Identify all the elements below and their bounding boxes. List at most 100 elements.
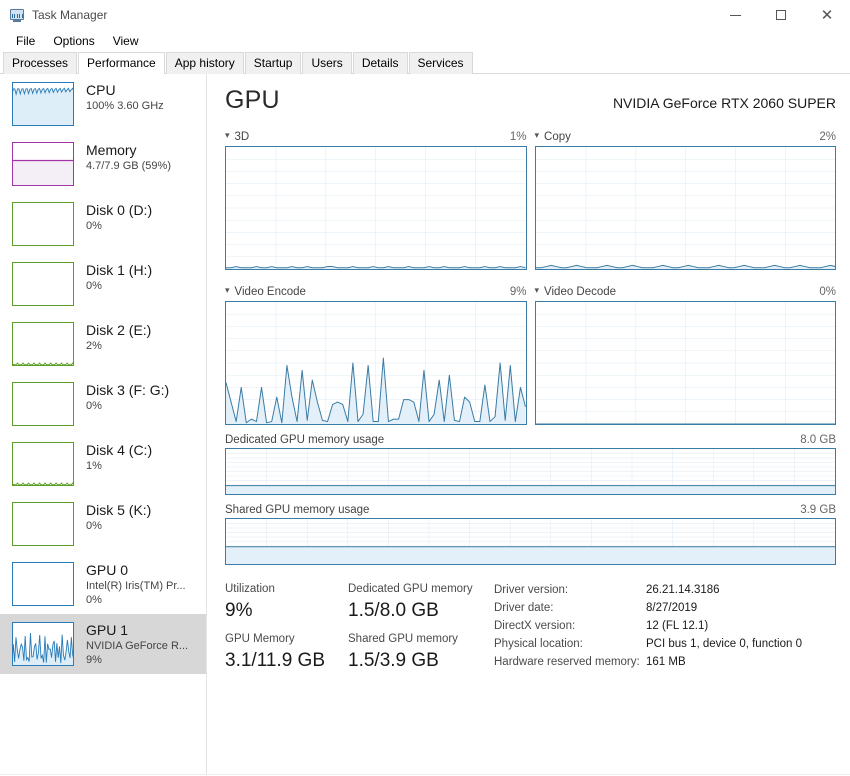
panel-header: GPU NVIDIA GeForce RTX 2060 SUPER bbox=[225, 86, 836, 115]
dedicated-memory-head: Dedicated GPU memory usage 8.0 GB bbox=[225, 434, 836, 446]
stat-label-shared-memory: Shared GPU memory bbox=[348, 631, 486, 647]
tab-users[interactable]: Users bbox=[302, 52, 351, 74]
maximize-button[interactable] bbox=[758, 0, 804, 30]
shared-memory-head: Shared GPU memory usage 3.9 GB bbox=[225, 504, 836, 516]
graph-head-3d: ▾ 3D 1% bbox=[225, 129, 527, 144]
dedicated-memory-max: 8.0 GB bbox=[800, 434, 836, 446]
info-value: PCI bus 1, device 0, function 0 bbox=[646, 635, 802, 653]
close-icon: ✕ bbox=[821, 8, 834, 23]
sidebar-item-label: GPU 1 bbox=[86, 622, 188, 639]
sidebar-item-sublabel: 4.7/7.9 GB (59%) bbox=[86, 159, 171, 173]
sidebar-item-text: Disk 3 (F: G:)0% bbox=[86, 382, 169, 413]
sidebar-item-disk-2-e[interactable]: Disk 2 (E:)2% bbox=[0, 314, 206, 374]
sidebar-item-disk-3-f-g[interactable]: Disk 3 (F: G:)0% bbox=[0, 374, 206, 434]
tab-details[interactable]: Details bbox=[353, 52, 408, 74]
sidebar-item-memory[interactable]: Memory4.7/7.9 GB (59%) bbox=[0, 134, 206, 194]
graph-percent-video-decode: 0% bbox=[819, 286, 836, 298]
tab-services[interactable]: Services bbox=[409, 52, 473, 74]
stat-value-dedicated-memory: 1.5/8.0 GB bbox=[348, 597, 486, 625]
graph-cell-copy: ▾ Copy 2% bbox=[535, 129, 837, 270]
sidebar-item-sublabel-2: 0% bbox=[86, 593, 186, 607]
menu-bar: File Options View bbox=[0, 30, 850, 52]
sidebar-item-sublabel: 0% bbox=[86, 519, 151, 533]
info-value: 12 (FL 12.1) bbox=[646, 617, 708, 635]
close-button[interactable]: ✕ bbox=[804, 0, 850, 30]
stats-col-utilization: Utilization 9% GPU Memory 3.1/11.9 GB bbox=[225, 581, 348, 681]
sidebar-item-sublabel: 1% bbox=[86, 459, 152, 473]
menu-view[interactable]: View bbox=[105, 32, 147, 50]
sidebar-item-disk-4-c[interactable]: Disk 4 (C:)1% bbox=[0, 434, 206, 494]
chevron-down-icon[interactable]: ▾ bbox=[225, 131, 230, 140]
stats-col-memory: Dedicated GPU memory 1.5/8.0 GB Shared G… bbox=[348, 581, 486, 681]
graph-shared-memory[interactable] bbox=[225, 518, 836, 565]
sidebar-item-sublabel: 0% bbox=[86, 399, 169, 413]
sidebar-item-sublabel: 100% 3.60 GHz bbox=[86, 99, 164, 113]
gpu-detail-panel: GPU NVIDIA GeForce RTX 2060 SUPER ▾ 3D 1… bbox=[207, 74, 850, 774]
sidebar-item-label: Disk 1 (H:) bbox=[86, 262, 152, 279]
chevron-down-icon[interactable]: ▾ bbox=[535, 286, 540, 295]
chevron-down-icon[interactable]: ▾ bbox=[225, 286, 230, 295]
graph-percent-copy: 2% bbox=[819, 131, 836, 143]
stat-utilization: Utilization 9% bbox=[225, 581, 348, 625]
info-key: Physical location: bbox=[494, 635, 646, 653]
chevron-down-icon[interactable]: ▾ bbox=[535, 131, 540, 140]
sidebar-item-text: CPU100% 3.60 GHz bbox=[86, 82, 164, 113]
sidebar-item-cpu[interactable]: CPU100% 3.60 GHz bbox=[0, 74, 206, 134]
sidebar-item-sublabel: NVIDIA GeForce R... bbox=[86, 639, 188, 653]
sidebar-item-gpu-0[interactable]: GPU 0Intel(R) Iris(TM) Pr...0% bbox=[0, 554, 206, 614]
resource-sidebar[interactable]: CPU100% 3.60 GHz Memory4.7/7.9 GB (59%) Di… bbox=[0, 74, 207, 774]
sidebar-item-sublabel: Intel(R) Iris(TM) Pr... bbox=[86, 579, 186, 593]
graph-label-3d: 3D bbox=[235, 131, 250, 143]
info-row: DirectX version:12 (FL 12.1) bbox=[494, 617, 802, 635]
tab-performance[interactable]: Performance bbox=[78, 52, 165, 74]
sidebar-thumbnail bbox=[12, 442, 74, 486]
window-controls: ✕ bbox=[712, 0, 850, 30]
sidebar-thumbnail bbox=[12, 382, 74, 426]
graph-copy[interactable] bbox=[535, 146, 837, 270]
minimize-button[interactable] bbox=[712, 0, 758, 30]
graph-video-decode[interactable] bbox=[535, 301, 837, 425]
sidebar-item-label: Disk 4 (C:) bbox=[86, 442, 152, 459]
graph-label-video-decode: Video Decode bbox=[544, 286, 616, 298]
tab-startup[interactable]: Startup bbox=[245, 52, 302, 74]
info-key: Driver date: bbox=[494, 599, 646, 617]
menu-options[interactable]: Options bbox=[45, 32, 102, 50]
sidebar-item-gpu-1[interactable]: GPU 1NVIDIA GeForce R...9% bbox=[0, 614, 206, 674]
taskmanager-icon bbox=[9, 7, 25, 23]
graph-row-2: ▾ Video Encode 9% ▾ Video Decode 0% bbox=[225, 284, 836, 425]
tab-bar: Processes Performance App history Startu… bbox=[0, 52, 850, 74]
sidebar-item-sublabel: 0% bbox=[86, 219, 152, 233]
dedicated-memory-label: Dedicated GPU memory usage bbox=[225, 434, 384, 446]
sidebar-item-text: GPU 0Intel(R) Iris(TM) Pr...0% bbox=[86, 562, 186, 607]
stat-dedicated-memory: Dedicated GPU memory 1.5/8.0 GB bbox=[348, 581, 486, 625]
sidebar-thumbnail bbox=[12, 622, 74, 666]
maximize-icon bbox=[776, 10, 786, 20]
stat-label-gpu-memory: GPU Memory bbox=[225, 631, 348, 647]
sidebar-item-text: Disk 1 (H:)0% bbox=[86, 262, 152, 293]
stat-label-utilization: Utilization bbox=[225, 581, 348, 597]
page-title: GPU bbox=[225, 86, 280, 115]
sidebar-item-disk-0-d[interactable]: Disk 0 (D:)0% bbox=[0, 194, 206, 254]
shared-memory-label: Shared GPU memory usage bbox=[225, 504, 369, 516]
shared-memory-max: 3.9 GB bbox=[800, 504, 836, 516]
dedicated-memory-block: Dedicated GPU memory usage 8.0 GB bbox=[225, 434, 836, 495]
sidebar-item-disk-1-h[interactable]: Disk 1 (H:)0% bbox=[0, 254, 206, 314]
menu-file[interactable]: File bbox=[8, 32, 43, 50]
sidebar-item-sublabel: 2% bbox=[86, 339, 151, 353]
sidebar-item-text: Disk 5 (K:)0% bbox=[86, 502, 151, 533]
graph-head-video-decode: ▾ Video Decode 0% bbox=[535, 284, 837, 299]
sidebar-item-text: Memory4.7/7.9 GB (59%) bbox=[86, 142, 171, 173]
sidebar-item-text: GPU 1NVIDIA GeForce R...9% bbox=[86, 622, 188, 667]
minimize-icon bbox=[730, 15, 741, 16]
tab-app-history[interactable]: App history bbox=[166, 52, 244, 74]
graph-dedicated-memory[interactable] bbox=[225, 448, 836, 495]
tab-processes[interactable]: Processes bbox=[3, 52, 77, 74]
graph-cell-video-encode: ▾ Video Encode 9% bbox=[225, 284, 527, 425]
sidebar-item-disk-5-k[interactable]: Disk 5 (K:)0% bbox=[0, 494, 206, 554]
sidebar-item-text: Disk 4 (C:)1% bbox=[86, 442, 152, 473]
graph-video-encode[interactable] bbox=[225, 301, 527, 425]
graph-3d[interactable] bbox=[225, 146, 527, 270]
graph-row-1: ▾ 3D 1% ▾ Copy 2% bbox=[225, 129, 836, 270]
info-key: Driver version: bbox=[494, 581, 646, 599]
sidebar-thumbnail bbox=[12, 142, 74, 186]
